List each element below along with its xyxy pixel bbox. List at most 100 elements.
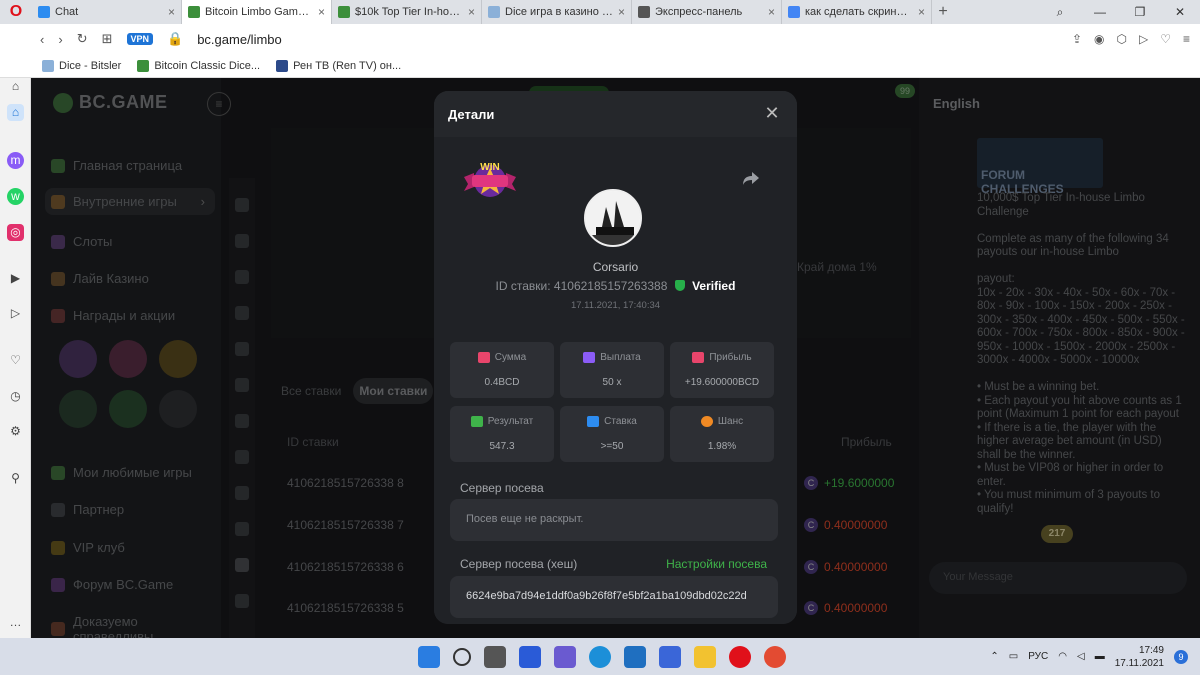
browser-tab-challenge[interactable]: $10k Top Tier In-house Lim × — [332, 0, 482, 24]
start-icon[interactable] — [418, 645, 440, 668]
file-explorer-icon[interactable] — [694, 645, 716, 668]
browser-tab-bar: O Chat × Bitcoin Limbo Game - Play × $10… — [0, 0, 1200, 24]
send-icon[interactable]: ▷ — [7, 305, 24, 322]
bookmarks-bar: Dice - Bitsler Bitcoin Classic Dice... Р… — [0, 54, 1200, 78]
close-tab-icon[interactable]: × — [168, 5, 175, 19]
taskbar-apps — [418, 638, 786, 675]
google-favicon-icon — [788, 6, 800, 18]
pirate-ship-avatar-icon — [586, 191, 640, 245]
grid-favicon-icon — [638, 6, 650, 18]
menu-icon[interactable]: ≡ — [1183, 32, 1190, 46]
stat-payout: Выплата 50 x — [560, 342, 664, 398]
stat-amount: Сумма 0.4BCD — [450, 342, 554, 398]
target-icon — [587, 416, 600, 427]
new-tab-button[interactable]: + — [932, 0, 954, 24]
amount-icon — [477, 352, 490, 363]
lang-indicator[interactable]: РУС — [1028, 651, 1048, 662]
browser-tab-limbo[interactable]: Bitcoin Limbo Game - Play × — [182, 0, 332, 24]
share-icon[interactable]: ⇪ — [1072, 32, 1082, 46]
search-tabs-icon[interactable]: ⌕ — [1040, 0, 1080, 24]
heart-icon[interactable]: ♡ — [1160, 32, 1171, 46]
username: Corsario — [592, 260, 639, 274]
bookmark-ren-tv[interactable]: Рен ТВ (Ren TV) он... — [276, 59, 401, 72]
shield-icon[interactable]: ⬡ — [1117, 32, 1127, 46]
bet-timestamp: 17.11.2021, 17:40:34 — [570, 300, 661, 311]
heart-icon[interactable]: ♡ — [7, 352, 24, 369]
bcgame-favicon-icon — [338, 6, 350, 18]
notification-count[interactable]: 9 — [1174, 649, 1188, 664]
browser-tab-chat[interactable]: Chat × — [32, 0, 182, 24]
minimize-icon[interactable]: — — [1080, 0, 1120, 24]
workspace-icon[interactable]: ⌂ — [7, 104, 24, 121]
url-field[interactable]: bc.game/limbo — [197, 32, 282, 47]
camera-icon[interactable]: ◉ — [1094, 32, 1104, 46]
chat-favicon-icon — [38, 6, 50, 18]
verified-badge: Verified — [692, 279, 736, 293]
opera-logo-icon[interactable]: O — [0, 0, 32, 24]
opera-icon[interactable] — [729, 645, 751, 668]
bookmark-bitsler[interactable]: Dice - Bitsler — [42, 59, 121, 72]
close-tab-icon[interactable]: × — [768, 5, 775, 19]
settings-icon[interactable]: ⚙ — [7, 423, 24, 440]
widgets-icon[interactable] — [519, 645, 541, 668]
server-seed-field: Посев еще не раскрыт. — [450, 499, 778, 541]
server-seed-hash-label: Сервер посева (хеш) — [460, 557, 578, 571]
vpn-badge[interactable]: VPN — [126, 33, 154, 45]
chrome-icon[interactable] — [764, 645, 786, 668]
payout-icon — [583, 352, 596, 363]
wifi-icon[interactable]: ◠ — [1058, 651, 1067, 662]
reload-icon[interactable]: ↻ — [77, 31, 88, 47]
avatar — [584, 189, 642, 247]
app-icon[interactable] — [659, 645, 681, 668]
chevron-up-icon[interactable]: ⌃ — [990, 651, 998, 662]
close-window-icon[interactable]: ✕ — [1160, 0, 1200, 24]
address-bar: ‹ › ↻ ⊞ VPN 🔒 bc.game/limbo ⇪ ◉ ⬡ ▷ ♡ ≡ — [0, 24, 1200, 54]
system-tray: ⌃ ▭ РУС ◠ ◁ ▬ 17:49 17.11.2021 9 — [990, 638, 1188, 675]
tips-icon[interactable]: ⚲ — [7, 470, 24, 487]
browser-tab-bitsler[interactable]: Dice игра в казино Bitsler × — [482, 0, 632, 24]
percent-icon — [700, 416, 713, 427]
volume-icon[interactable]: ◁ — [1077, 651, 1085, 662]
verified-shield-icon — [674, 280, 685, 291]
player-icon[interactable]: ▶ — [7, 270, 24, 287]
send-icon[interactable]: ▷ — [1139, 32, 1148, 46]
close-tab-icon[interactable]: × — [618, 5, 625, 19]
bitsler-favicon-icon — [42, 59, 54, 72]
bookmark-bitcoin-classic-dice[interactable]: Bitcoin Classic Dice... — [137, 59, 260, 72]
window-controls: ⌕ — ❐ ✕ — [1040, 0, 1200, 24]
network-icon[interactable]: ▭ — [1009, 651, 1018, 662]
bet-details-modal: Детали ✕ WIN Corsario ID ставки: 4106218… — [434, 91, 797, 624]
close-tab-icon[interactable]: × — [468, 5, 475, 19]
battery-icon[interactable]: ▬ — [1095, 651, 1105, 662]
back-icon[interactable]: ‹ — [40, 32, 44, 47]
clock[interactable]: 17:49 17.11.2021 — [1115, 644, 1164, 670]
tabs-grid-icon[interactable]: ⊞ — [102, 31, 113, 47]
stat-profit: Прибыль +19.600000BCD — [670, 342, 774, 398]
close-icon[interactable]: ✕ — [763, 103, 781, 123]
address-bar-actions: ⇪ ◉ ⬡ ▷ ♡ ≡ — [1072, 24, 1190, 54]
share-icon[interactable] — [742, 169, 760, 187]
search-icon[interactable] — [453, 647, 471, 666]
server-seed-hash-field[interactable]: 6624e9ba7d94e1ddf0a9b26f8f7e5bf2a1ba109d… — [450, 576, 778, 618]
mail-icon[interactable] — [624, 645, 646, 668]
browser-tab-speed-dial[interactable]: Экспресс-панель × — [632, 0, 782, 24]
close-tab-icon[interactable]: × — [318, 5, 325, 19]
history-icon[interactable]: ◷ — [7, 388, 24, 405]
modal-body: WIN Corsario ID ставки: 4106218515726338… — [434, 137, 797, 624]
home-icon[interactable]: ⌂ — [7, 78, 24, 95]
messenger-icon[interactable]: m — [7, 152, 24, 169]
seed-settings-link[interactable]: Настройки посева — [666, 557, 767, 571]
browser-tab-google[interactable]: как сделать скриншот - Go × — [782, 0, 932, 24]
chat-icon[interactable] — [554, 645, 576, 668]
close-tab-icon[interactable]: × — [918, 5, 925, 19]
task-view-icon[interactable] — [484, 645, 506, 668]
maximize-icon[interactable]: ❐ — [1120, 0, 1160, 24]
modal-header: Детали ✕ — [434, 91, 797, 137]
more-icon[interactable]: … — [7, 614, 24, 631]
edge-icon[interactable] — [589, 645, 611, 668]
forward-icon[interactable]: › — [58, 32, 62, 47]
instagram-icon[interactable]: ◎ — [7, 224, 24, 241]
bitsler-favicon-icon — [488, 6, 500, 18]
stat-bet-target: Ставка >=50 — [560, 406, 664, 462]
whatsapp-icon[interactable]: w — [7, 188, 24, 205]
